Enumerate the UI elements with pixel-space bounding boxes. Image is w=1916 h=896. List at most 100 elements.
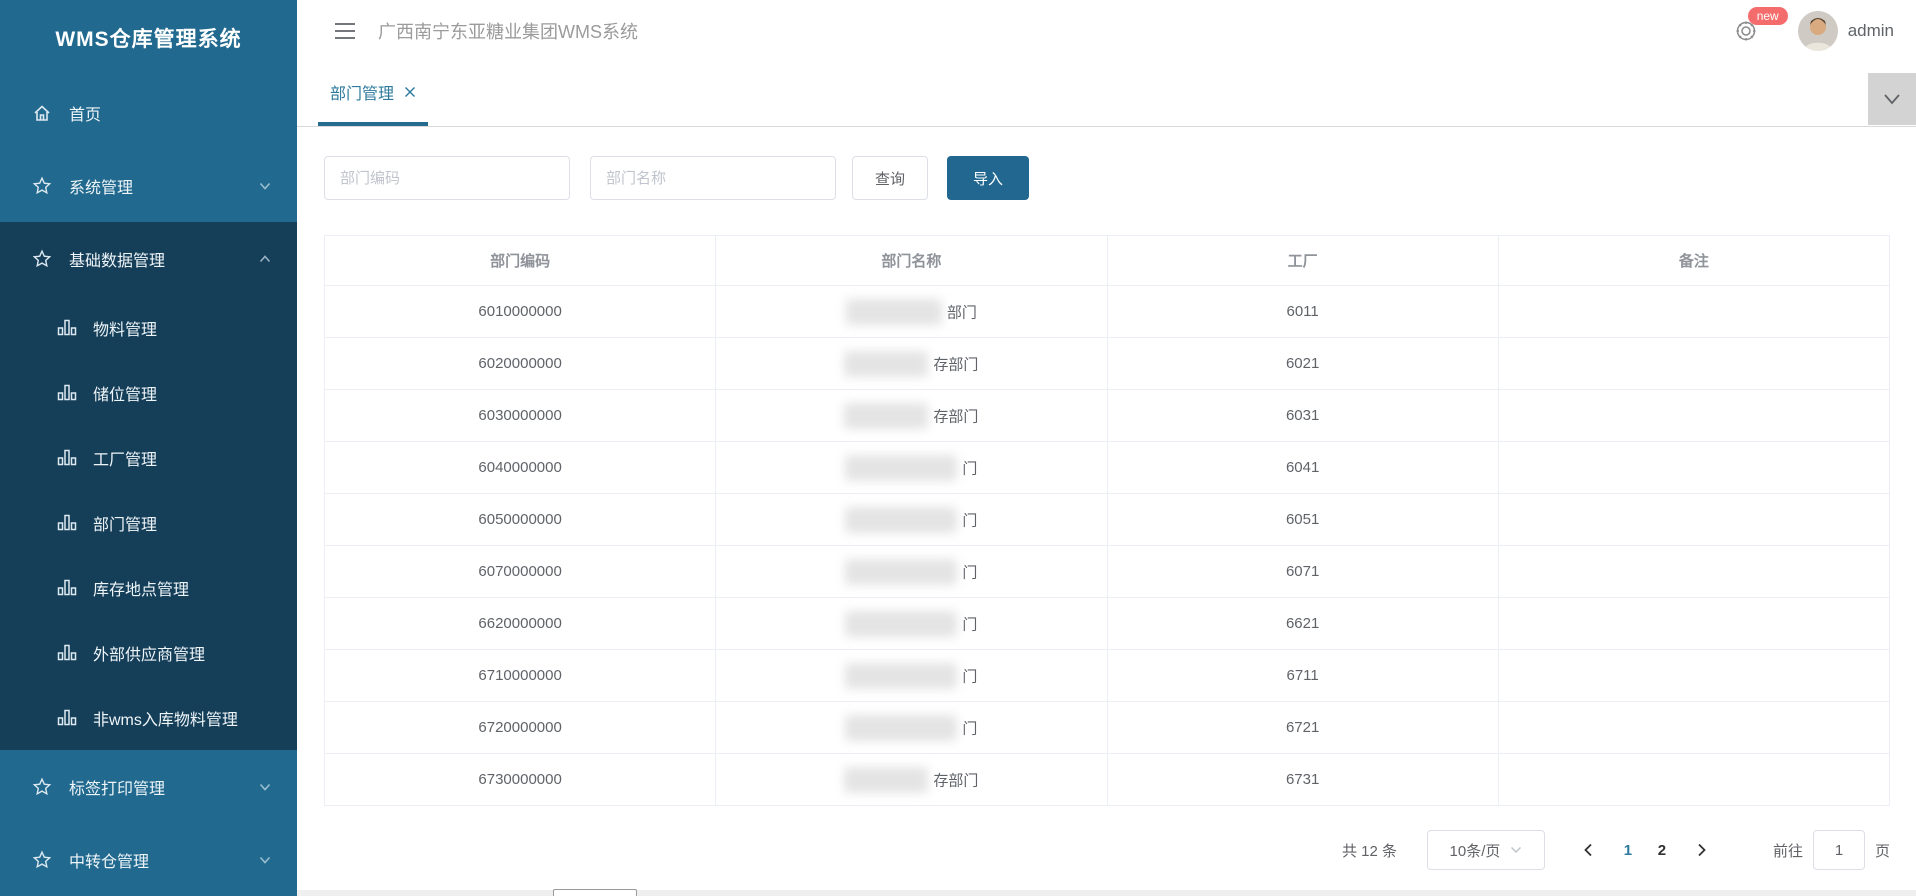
cell-dept-name: 门 <box>716 598 1107 650</box>
redacted-blur-block <box>845 559 957 585</box>
cell-remark <box>1498 442 1889 494</box>
star-icon <box>32 249 52 269</box>
cell-dept-name: 存部门 <box>716 754 1107 806</box>
sidebar-item-system-management[interactable]: 系统管理 <box>0 149 297 222</box>
sidebar-subitem-non-wms-inbound-material[interactable]: 非wms入库物料管理 <box>0 685 297 750</box>
page-number-button-2[interactable]: 2 <box>1645 836 1679 865</box>
hamburger-menu-icon[interactable] <box>334 22 356 40</box>
table-row[interactable]: 6050000000 门 6051 <box>325 494 1890 546</box>
table-row[interactable]: 6620000000 门 6621 <box>325 598 1890 650</box>
table-row[interactable]: 6730000000 存部门 6731 <box>325 754 1890 806</box>
dept-name-suffix: 存部门 <box>933 772 978 789</box>
table-body: 6010000000 部门 6011 6020000000 存部门 6021 6… <box>325 286 1890 806</box>
bar-chart-icon <box>57 514 77 531</box>
column-header-factory: 工厂 <box>1107 236 1498 286</box>
tab-department-management[interactable]: 部门管理 <box>318 62 428 126</box>
chevron-left-icon <box>1583 843 1593 857</box>
query-button[interactable]: 查询 <box>852 156 928 200</box>
redacted-blur-block <box>845 715 957 741</box>
table-row[interactable]: 6040000000 门 6041 <box>325 442 1890 494</box>
sidebar-item-transfer-warehouse-management[interactable]: 中转仓管理 <box>0 823 297 896</box>
column-header-dept-name: 部门名称 <box>716 236 1107 286</box>
page-suffix-label: 页 <box>1875 840 1890 861</box>
dept-name-suffix: 存部门 <box>933 408 978 425</box>
table-row[interactable]: 6020000000 存部门 6021 <box>325 338 1890 390</box>
sidebar-subitem-storage-bin[interactable]: 储位管理 <box>0 360 297 425</box>
sidebar-subitem-external-supplier[interactable]: 外部供应商管理 <box>0 620 297 685</box>
sidebar-subitem-label: 外部供应商管理 <box>93 641 205 665</box>
app-title: WMS仓库管理系统 <box>0 0 297 76</box>
chevron-down-icon <box>1882 92 1902 106</box>
sidebar-item-label-print-management[interactable]: 标签打印管理 <box>0 750 297 823</box>
cell-dept-name: 门 <box>716 650 1107 702</box>
close-icon[interactable] <box>404 86 416 98</box>
partial-hidden-element <box>553 889 637 896</box>
sidebar-item-label: 中转仓管理 <box>69 848 149 872</box>
sidebar-item-home[interactable]: 首页 <box>0 76 297 149</box>
content-panel: 查询 导入 部门编码 部门名称 工厂 备注 6010000000 部门 6011… <box>297 127 1916 896</box>
home-icon <box>32 103 52 123</box>
tab-label: 部门管理 <box>330 80 394 104</box>
page-number-button-1[interactable]: 1 <box>1611 836 1645 865</box>
next-page-button[interactable] <box>1687 843 1717 857</box>
table-row[interactable]: 6070000000 门 6071 <box>325 546 1890 598</box>
sidebar-subitem-department[interactable]: 部门管理 <box>0 490 297 555</box>
redacted-blur-block <box>846 299 942 325</box>
cell-dept-code: 6050000000 <box>325 494 716 546</box>
goto-page-input[interactable] <box>1813 830 1865 870</box>
dept-code-input[interactable] <box>324 156 570 200</box>
cell-factory: 6621 <box>1107 598 1498 650</box>
cell-dept-name: 存部门 <box>716 390 1107 442</box>
dept-name-suffix: 门 <box>962 460 977 477</box>
cell-dept-code: 6030000000 <box>325 390 716 442</box>
bar-chart-icon <box>57 319 77 336</box>
sidebar-subitem-label: 物料管理 <box>93 316 157 340</box>
redacted-blur-block <box>844 767 928 793</box>
cell-remark <box>1498 650 1889 702</box>
cell-remark <box>1498 598 1889 650</box>
sidebar-subitem-material[interactable]: 物料管理 <box>0 295 297 360</box>
chevron-down-icon <box>257 779 273 795</box>
cell-dept-name: 门 <box>716 702 1107 754</box>
sidebar-subitem-inventory-location[interactable]: 库存地点管理 <box>0 555 297 620</box>
sidebar-item-label: 首页 <box>69 101 101 125</box>
import-button[interactable]: 导入 <box>947 156 1029 200</box>
cell-dept-code: 6070000000 <box>325 546 716 598</box>
tabbar-collapse-button[interactable] <box>1868 73 1916 125</box>
cell-remark <box>1498 494 1889 546</box>
prev-page-button[interactable] <box>1573 843 1603 857</box>
dept-name-input[interactable] <box>590 156 836 200</box>
chevron-down-icon <box>1510 846 1522 854</box>
sidebar-submenu: 物料管理 储位管理 工厂管理 部门管理 库存地点管理 <box>0 295 297 750</box>
redacted-blur-block <box>845 611 957 637</box>
cell-dept-name: 门 <box>716 546 1107 598</box>
cell-remark <box>1498 546 1889 598</box>
dept-name-suffix: 门 <box>962 564 977 581</box>
sidebar-group: 基础数据管理 物料管理 储位管理 工厂管理 <box>0 222 297 750</box>
page-size-select[interactable]: 10条/页 <box>1427 830 1545 870</box>
tab-bar: 部门管理 <box>297 62 1916 127</box>
cell-remark <box>1498 702 1889 754</box>
bar-chart-icon <box>57 449 77 466</box>
dept-name-suffix: 存部门 <box>933 356 978 373</box>
main-area: 广西南宁东亚糖业集团WMS系统 new <box>297 0 1916 896</box>
sidebar-item-basic-data-management[interactable]: 基础数据管理 <box>0 222 297 295</box>
table-header-row: 部门编码 部门名称 工厂 备注 <box>325 236 1890 286</box>
page-size-label: 10条/页 <box>1450 840 1501 861</box>
sidebar-subitem-factory[interactable]: 工厂管理 <box>0 425 297 490</box>
cell-dept-code: 6710000000 <box>325 650 716 702</box>
table-row[interactable]: 6710000000 门 6711 <box>325 650 1890 702</box>
sidebar-subitem-label: 储位管理 <box>93 381 157 405</box>
sidebar-nav: 首页 系统管理 基础数据管理 <box>0 76 297 896</box>
cell-dept-code: 6720000000 <box>325 702 716 754</box>
table-row[interactable]: 6030000000 存部门 6031 <box>325 390 1890 442</box>
cell-factory: 6051 <box>1107 494 1498 546</box>
table-row[interactable]: 6010000000 部门 6011 <box>325 286 1890 338</box>
bar-chart-icon <box>57 709 77 726</box>
table-row[interactable]: 6720000000 门 6721 <box>325 702 1890 754</box>
avatar[interactable] <box>1798 11 1838 51</box>
star-icon <box>32 850 52 870</box>
sidebar-item-label: 系统管理 <box>69 174 133 198</box>
settings-button[interactable]: new <box>1734 19 1758 43</box>
username-label[interactable]: admin <box>1848 21 1894 41</box>
